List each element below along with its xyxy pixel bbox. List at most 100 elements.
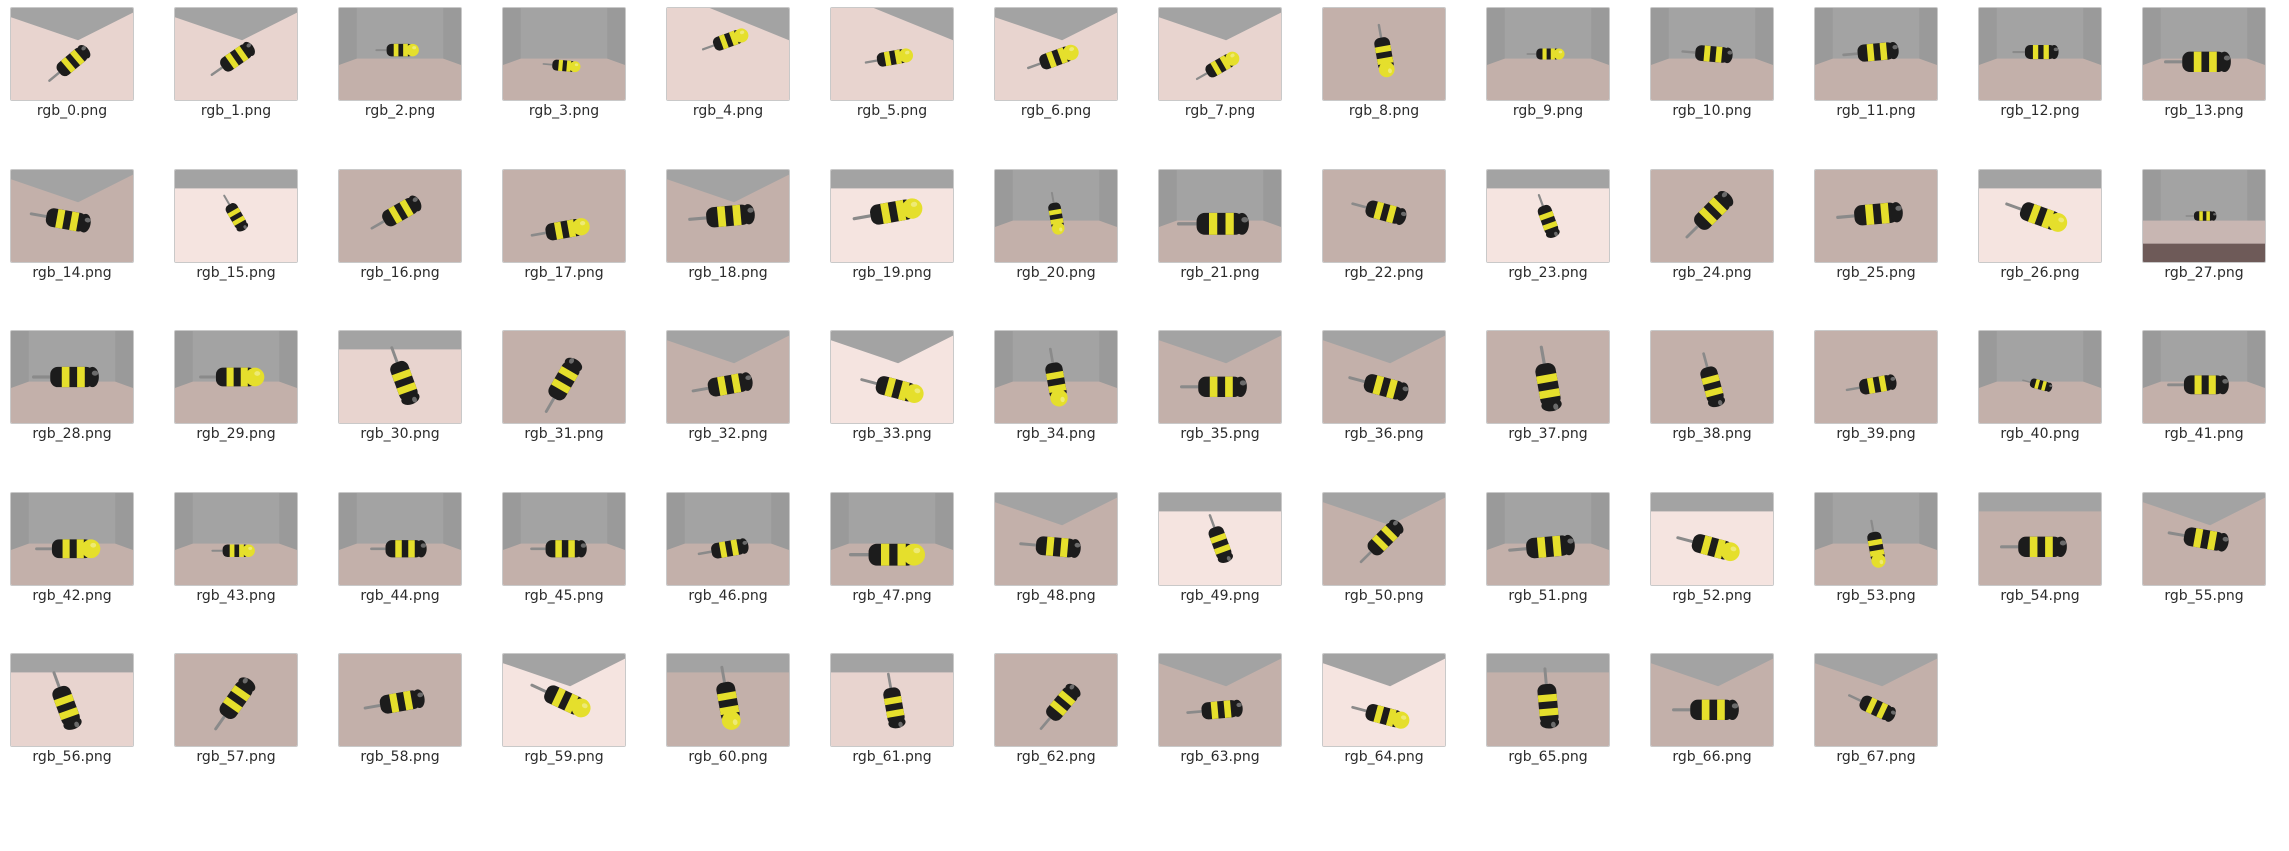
file-item[interactable]: rgb_4.png <box>646 0 806 140</box>
file-item[interactable]: rgb_67.png <box>1794 646 1954 786</box>
file-item[interactable]: rgb_26.png <box>1958 162 2118 302</box>
file-thumbnail[interactable] <box>830 491 954 586</box>
file-name[interactable]: rgb_46.png <box>646 588 810 604</box>
file-name[interactable]: rgb_47.png <box>810 588 974 604</box>
file-item[interactable]: rgb_37.png <box>1466 323 1626 463</box>
file-item[interactable]: rgb_2.png <box>318 0 478 140</box>
file-name[interactable]: rgb_26.png <box>1958 265 2122 281</box>
file-name[interactable]: rgb_25.png <box>1794 265 1958 281</box>
file-thumbnail[interactable] <box>174 653 298 747</box>
file-name[interactable]: rgb_45.png <box>482 588 646 604</box>
file-thumbnail[interactable] <box>2142 7 2266 101</box>
file-name[interactable]: rgb_63.png <box>1138 749 1302 765</box>
file-thumbnail[interactable] <box>994 330 1118 424</box>
file-item[interactable]: rgb_3.png <box>482 0 642 140</box>
file-item[interactable]: rgb_45.png <box>482 485 642 625</box>
file-name[interactable]: rgb_50.png <box>1302 588 1466 604</box>
file-name[interactable]: rgb_11.png <box>1794 103 1958 119</box>
file-item[interactable]: rgb_62.png <box>974 646 1134 786</box>
file-name[interactable]: rgb_54.png <box>1958 588 2122 604</box>
file-thumbnail[interactable] <box>1486 491 1610 586</box>
file-name[interactable]: rgb_5.png <box>810 103 974 119</box>
file-thumbnail[interactable] <box>1814 168 1938 263</box>
file-name[interactable]: rgb_16.png <box>318 265 482 281</box>
file-item[interactable]: rgb_39.png <box>1794 323 1954 463</box>
file-name[interactable]: rgb_20.png <box>974 265 1138 281</box>
file-thumbnail[interactable] <box>994 653 1118 747</box>
file-item[interactable]: rgb_52.png <box>1630 485 1790 625</box>
file-name[interactable]: rgb_36.png <box>1302 426 1466 442</box>
file-thumbnail[interactable] <box>1486 168 1610 263</box>
file-item[interactable]: rgb_36.png <box>1302 323 1462 463</box>
file-thumbnail[interactable] <box>1486 7 1610 101</box>
file-item[interactable]: rgb_63.png <box>1138 646 1298 786</box>
file-name[interactable]: rgb_15.png <box>154 265 318 281</box>
file-thumbnail[interactable] <box>10 491 134 586</box>
file-item[interactable]: rgb_65.png <box>1466 646 1626 786</box>
file-thumbnail[interactable] <box>1814 7 1938 101</box>
file-thumbnail[interactable] <box>1486 330 1610 424</box>
file-name[interactable]: rgb_59.png <box>482 749 646 765</box>
file-item[interactable]: rgb_30.png <box>318 323 478 463</box>
file-item[interactable]: rgb_20.png <box>974 162 1134 302</box>
file-item[interactable]: rgb_5.png <box>810 0 970 140</box>
file-item[interactable]: rgb_13.png <box>2122 0 2282 140</box>
file-thumbnail[interactable] <box>2142 330 2266 424</box>
file-thumbnail[interactable] <box>502 168 626 263</box>
file-thumbnail[interactable] <box>338 330 462 424</box>
file-item[interactable]: rgb_1.png <box>154 0 314 140</box>
file-item[interactable]: rgb_59.png <box>482 646 642 786</box>
file-item[interactable]: rgb_53.png <box>1794 485 1954 625</box>
file-thumbnail[interactable] <box>994 7 1118 101</box>
file-item[interactable]: rgb_34.png <box>974 323 1134 463</box>
file-thumbnail[interactable] <box>1158 491 1282 586</box>
file-item[interactable]: rgb_48.png <box>974 485 1134 625</box>
file-name[interactable]: rgb_31.png <box>482 426 646 442</box>
file-item[interactable]: rgb_47.png <box>810 485 970 625</box>
file-name[interactable]: rgb_18.png <box>646 265 810 281</box>
file-name[interactable]: rgb_4.png <box>646 103 810 119</box>
file-thumbnail[interactable] <box>1322 168 1446 263</box>
file-thumbnail[interactable] <box>1486 653 1610 747</box>
file-thumbnail[interactable] <box>10 653 134 747</box>
file-name[interactable]: rgb_65.png <box>1466 749 1630 765</box>
file-item[interactable]: rgb_58.png <box>318 646 478 786</box>
file-name[interactable]: rgb_67.png <box>1794 749 1958 765</box>
file-name[interactable]: rgb_30.png <box>318 426 482 442</box>
file-thumbnail[interactable] <box>502 330 626 424</box>
file-thumbnail[interactable] <box>1650 7 1774 101</box>
file-name[interactable]: rgb_35.png <box>1138 426 1302 442</box>
file-item[interactable]: rgb_18.png <box>646 162 806 302</box>
file-thumbnail[interactable] <box>338 168 462 263</box>
file-thumbnail[interactable] <box>1650 330 1774 424</box>
file-item[interactable]: rgb_7.png <box>1138 0 1298 140</box>
file-thumbnail[interactable] <box>1978 7 2102 101</box>
file-name[interactable]: rgb_27.png <box>2122 265 2286 281</box>
file-thumbnail[interactable] <box>666 491 790 586</box>
file-name[interactable]: rgb_34.png <box>974 426 1138 442</box>
file-item[interactable]: rgb_22.png <box>1302 162 1462 302</box>
file-item[interactable]: rgb_49.png <box>1138 485 1298 625</box>
file-thumbnail[interactable] <box>994 168 1118 263</box>
file-name[interactable]: rgb_44.png <box>318 588 482 604</box>
file-thumbnail[interactable] <box>10 7 134 101</box>
file-item[interactable]: rgb_38.png <box>1630 323 1790 463</box>
file-item[interactable]: rgb_19.png <box>810 162 970 302</box>
file-name[interactable]: rgb_55.png <box>2122 588 2286 604</box>
file-thumbnail[interactable] <box>830 7 954 101</box>
file-item[interactable]: rgb_10.png <box>1630 0 1790 140</box>
file-thumbnail[interactable] <box>994 491 1118 586</box>
file-name[interactable]: rgb_39.png <box>1794 426 1958 442</box>
file-item[interactable]: rgb_17.png <box>482 162 642 302</box>
file-thumbnail[interactable] <box>10 168 134 263</box>
file-item[interactable]: rgb_51.png <box>1466 485 1626 625</box>
file-thumbnail[interactable] <box>338 7 462 101</box>
file-thumbnail[interactable] <box>174 7 298 101</box>
file-item[interactable]: rgb_44.png <box>318 485 478 625</box>
file-item[interactable]: rgb_15.png <box>154 162 314 302</box>
file-name[interactable]: rgb_64.png <box>1302 749 1466 765</box>
file-thumbnail[interactable] <box>1650 168 1774 263</box>
file-item[interactable]: rgb_9.png <box>1466 0 1626 140</box>
file-name[interactable]: rgb_23.png <box>1466 265 1630 281</box>
file-item[interactable]: rgb_12.png <box>1958 0 2118 140</box>
